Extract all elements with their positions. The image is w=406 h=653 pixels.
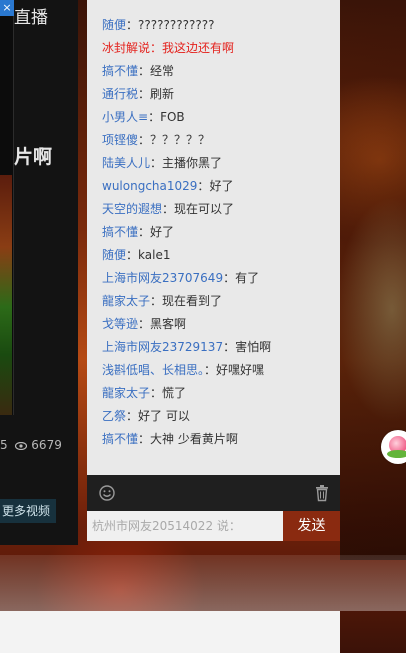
chat-message: 陆美人儿：主播你黑了 <box>102 152 340 175</box>
chat-separator: ： <box>126 18 139 32</box>
chat-message: 通行税：刷新 <box>102 83 340 106</box>
chat-nick[interactable]: 小男人≡ <box>102 110 148 124</box>
chat-nick[interactable]: wulongcha1029 <box>102 179 197 193</box>
chat-separator: ： <box>138 133 151 147</box>
video-frame <box>0 0 14 415</box>
chat-text: 经常 <box>150 64 175 78</box>
chat-message: wulongcha1029：好了 <box>102 175 340 198</box>
chat-text: ???????????? <box>138 18 215 32</box>
smile-icon[interactable] <box>99 485 115 501</box>
chat-text: 好了 可以 <box>138 409 190 423</box>
background-fade <box>0 555 406 611</box>
chat-nick[interactable]: 搞不懂 <box>102 64 138 78</box>
chat-text: 我这边还有啊 <box>162 41 235 55</box>
chat-separator: ： <box>197 179 210 193</box>
chat-separator: ： <box>138 225 151 239</box>
chat-separator: ： <box>126 409 139 423</box>
chat-text: 大神 少看黄片啊 <box>150 432 238 446</box>
chat-toolbar <box>87 475 340 511</box>
chat-separator: ： <box>138 317 151 331</box>
chat-list: 随便：???????????? 冰封解说：我这边还有啊 搞不懂：经常 通行税：刷新 小男… <box>87 0 340 451</box>
stats-count: 5 <box>0 438 8 452</box>
bottom-panel <box>0 611 340 653</box>
chat-message: 天空的遐想：现在可以了 <box>102 198 340 221</box>
chat-nick[interactable]: 搞不懂 <box>102 432 138 446</box>
chat-text: 黑客啊 <box>150 317 187 331</box>
chat-separator: ： <box>223 340 236 354</box>
chat-nick[interactable]: 上海市网友23729137 <box>102 340 223 354</box>
leaf-icon <box>387 450 406 458</box>
chat-separator: ： <box>223 271 236 285</box>
chat-nick[interactable]: 搞不懂 <box>102 225 138 239</box>
chat-nick[interactable]: 陆美人儿 <box>102 156 150 170</box>
chat-message: 搞不懂：大神 少看黄片啊 <box>102 428 340 451</box>
chat-separator: ： <box>204 363 217 377</box>
chat-nick[interactable]: 项铿傻 <box>102 133 138 147</box>
more-videos-button[interactable]: 更多视频 <box>0 499 56 523</box>
chat-text: 害怕啊 <box>235 340 272 354</box>
chat-separator: ： <box>138 432 151 446</box>
video-stats: 5 6679 <box>0 438 62 452</box>
chat-nick[interactable]: 通行税 <box>102 87 138 101</box>
chat-message: 搞不懂：经常 <box>102 60 340 83</box>
chat-message: 戈等逊：黑客啊 <box>102 313 340 336</box>
chat-nick[interactable]: 天空的遐想 <box>102 202 162 216</box>
chat-nick[interactable]: 上海市网友23707649 <box>102 271 223 285</box>
chat-nick[interactable]: 冰封解说 <box>102 41 150 55</box>
chat-message: 随便：???????????? <box>102 14 340 37</box>
chat-message: 上海市网友23729137：害怕啊 <box>102 336 340 359</box>
chat-text: 慌了 <box>162 386 187 400</box>
eye-icon <box>15 438 31 452</box>
chat-text: kale1 <box>138 248 171 262</box>
video-title: 片啊 <box>14 146 53 168</box>
chat-message: 浅斟低唱、长相思。：好嘿好嘿 <box>102 359 340 382</box>
chat-separator: ： <box>138 64 151 78</box>
chat-text: 好了 <box>209 179 234 193</box>
chat-text: 有了 <box>235 271 260 285</box>
chat-message: 龍家太子：现在看到了 <box>102 290 340 313</box>
chat-text: 主播你黑了 <box>162 156 223 170</box>
chat-panel: 随便：???????????? 冰封解说：我这边还有啊 搞不懂：经常 通行税：刷新 小男… <box>87 0 406 475</box>
video-panel: × 直播 片啊 5 6679 更多视频 <box>0 0 78 545</box>
chat-text: 好了 <box>150 225 175 239</box>
chat-nick[interactable]: 随便 <box>102 18 126 32</box>
chat-nick[interactable]: 龍家太子 <box>102 294 150 308</box>
chat-nick[interactable]: 乙祭 <box>102 409 126 423</box>
chat-message: 上海市网友23707649：有了 <box>102 267 340 290</box>
chat-separator: ： <box>148 110 161 124</box>
chat-separator: ： <box>126 248 139 262</box>
chat-input[interactable] <box>87 511 283 541</box>
chat-nick[interactable]: 浅斟低唱、长相思。 <box>102 363 204 377</box>
chat-separator: ： <box>138 87 151 101</box>
chat-nick[interactable]: 龍家太子 <box>102 386 150 400</box>
chat-text: 现在可以了 <box>174 202 235 216</box>
chat-message: 搞不懂：好了 <box>102 221 340 244</box>
chat-nick[interactable]: 随便 <box>102 248 126 262</box>
chat-text: 现在看到了 <box>162 294 223 308</box>
background-art <box>340 0 406 560</box>
chat-separator: ： <box>150 386 163 400</box>
chat-text: FOB <box>160 110 185 124</box>
trash-icon[interactable] <box>314 484 330 502</box>
chat-text: ？？？？？ <box>150 133 211 147</box>
chat-message: 冰封解说：我这边还有啊 <box>102 37 340 60</box>
chat-message: 项铿傻：？？？？？ <box>102 129 340 152</box>
chat-text: 好嘿好嘿 <box>216 363 265 377</box>
chat-separator: ： <box>150 41 163 55</box>
chat-separator: ： <box>150 294 163 308</box>
chat-message: 乙祭：好了 可以 <box>102 405 340 428</box>
chat-message: 随便：kale1 <box>102 244 340 267</box>
video-thumbnail[interactable] <box>0 175 12 415</box>
send-button[interactable]: 发送 <box>283 511 340 541</box>
view-count: 6679 <box>31 438 62 452</box>
chat-separator: ： <box>162 202 175 216</box>
chat-message: 小男人≡：FOB <box>102 106 340 129</box>
live-title: 直播 <box>14 8 48 28</box>
chat-separator: ： <box>150 156 163 170</box>
chat-nick[interactable]: 戈等逊 <box>102 317 138 331</box>
chat-message: 龍家太子：慌了 <box>102 382 340 405</box>
close-icon[interactable]: × <box>0 0 14 16</box>
chat-text: 刷新 <box>150 87 175 101</box>
